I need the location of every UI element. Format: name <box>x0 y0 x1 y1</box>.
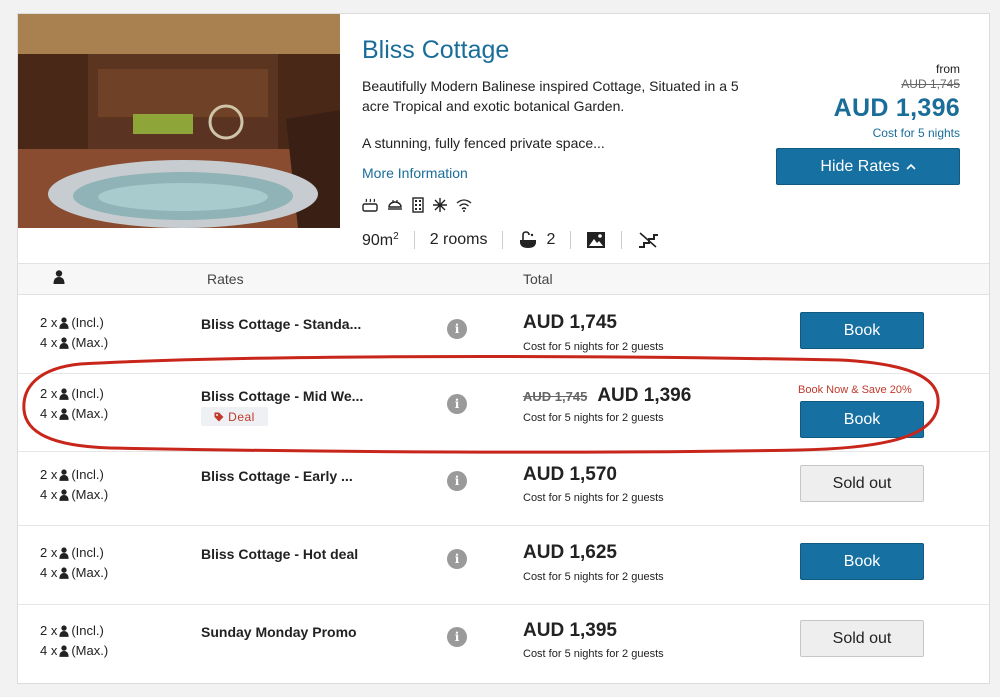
building-icon <box>412 197 424 213</box>
rate-row: 2 x (Incl.) 4 x (Max.) Bliss Cottage - Hot… <box>18 526 989 605</box>
from-label: from <box>936 62 960 76</box>
bbq-icon <box>388 200 402 210</box>
property-card: Bliss Cottage Beautifully Modern Balines… <box>17 13 990 684</box>
rate-name[interactable]: Bliss Cottage - Standa... <box>201 316 361 332</box>
no-stairs-icon <box>639 232 659 248</box>
person-icon <box>59 645 69 657</box>
more-information-link[interactable]: More Information <box>362 165 468 181</box>
person-icon <box>59 388 69 400</box>
property-stats: 90m2 2 rooms 2 <box>362 228 659 252</box>
guest-capacity: 2 x (Incl.) 4 x (Max.) <box>40 623 109 658</box>
guest-capacity: 2 x (Incl.) 4 x (Max.) <box>40 545 109 580</box>
property-title[interactable]: Bliss Cottage <box>362 36 509 65</box>
book-button[interactable]: Book <box>800 401 924 438</box>
deal-badge: Deal <box>201 407 268 426</box>
person-icon <box>59 317 69 329</box>
info-icon[interactable]: i <box>447 627 467 647</box>
cottage-photo-image <box>18 14 340 228</box>
info-icon[interactable]: i <box>447 394 467 414</box>
rate-cost-note: Cost for 5 nights for 2 guests <box>523 412 664 424</box>
promo-text: Book Now & Save 20% <box>798 384 912 396</box>
rate-name[interactable]: Bliss Cottage - Mid We... <box>201 388 363 404</box>
snowflake-icon <box>433 198 447 212</box>
person-icon <box>59 625 69 637</box>
rate-row: 2 x (Incl.) 4 x (Max.) Bliss Cottage - Sta… <box>18 296 989 374</box>
rate-name[interactable]: Sunday Monday Promo <box>201 624 357 640</box>
original-rate-price: AUD 1,745 <box>523 389 588 404</box>
original-price: AUD 1,745 <box>901 77 960 91</box>
rate-row: 2 x (Incl.) 4 x (Max.) Sunday Monday Promo… <box>18 605 989 684</box>
book-button[interactable]: Book <box>800 543 924 580</box>
amenity-icons <box>362 196 472 214</box>
discounted-price: AUD 1,396 <box>833 94 960 122</box>
rates-column-header: Rates <box>207 271 244 287</box>
bathroom-icon <box>520 231 537 248</box>
guest-capacity: 2 x (Incl.) 4 x (Max.) <box>40 467 109 502</box>
rate-name[interactable]: Bliss Cottage - Hot deal <box>201 546 358 562</box>
rate-price: AUD 1,745 <box>523 312 617 333</box>
bathrooms-stat: 2 <box>546 231 556 248</box>
person-icon <box>59 337 69 349</box>
book-button[interactable]: Book <box>800 312 924 349</box>
rate-cost-note: Cost for 5 nights for 2 guests <box>523 571 664 583</box>
stat-divider <box>570 231 572 249</box>
total-column-header: Total <box>523 271 553 287</box>
sold-out-button[interactable]: Sold out <box>800 465 924 502</box>
guest-capacity: 2 x (Incl.) 4 x (Max.) <box>40 386 109 421</box>
price-summary: from AUD 1,745 AUD 1,396 Cost for 5 nigh… <box>834 62 960 140</box>
rate-price: AUD 1,745 AUD 1,396 <box>523 385 692 406</box>
wifi-icon <box>456 199 472 212</box>
hide-rates-button[interactable]: Hide Rates <box>776 148 960 185</box>
rate-price: AUD 1,570 <box>523 464 617 485</box>
info-icon[interactable]: i <box>447 471 467 491</box>
rate-row: 2 x (Incl.) 4 x (Max.) Bliss Cottage - Ear… <box>18 452 989 526</box>
rate-row: 2 x (Incl.) 4 x (Max.) Bliss Cottage - Mid… <box>18 374 989 452</box>
property-teaser: A stunning, fully fenced private space..… <box>362 135 605 151</box>
stat-divider <box>502 231 504 249</box>
hide-rates-label: Hide Rates <box>820 157 900 175</box>
rate-cost-note: Cost for 5 nights for 2 guests <box>523 341 664 353</box>
info-icon[interactable]: i <box>447 549 467 569</box>
sold-out-button[interactable]: Sold out <box>800 620 924 657</box>
tag-icon <box>214 412 224 421</box>
guest-capacity: 2 x (Incl.) 4 x (Max.) <box>40 315 109 350</box>
info-icon[interactable]: i <box>447 319 467 339</box>
rate-price: AUD 1,625 <box>523 542 617 563</box>
price-cost-note: Cost for 5 nights <box>872 126 960 140</box>
property-photo[interactable] <box>18 14 340 228</box>
person-icon <box>59 489 69 501</box>
chevron-up-icon <box>906 163 916 170</box>
stat-divider <box>413 231 415 249</box>
rate-cost-note: Cost for 5 nights for 2 guests <box>523 492 664 504</box>
stat-divider <box>621 231 623 249</box>
rate-name[interactable]: Bliss Cottage - Early ... <box>201 468 353 484</box>
hot-tub-icon <box>362 198 378 212</box>
person-icon <box>59 547 69 559</box>
rate-cost-note: Cost for 5 nights for 2 guests <box>523 648 664 660</box>
rates-table-header: Rates Total <box>18 263 989 295</box>
area-stat: 90m2 <box>362 230 399 249</box>
rate-price: AUD 1,395 <box>523 620 617 641</box>
property-description: Beautifully Modern Balinese inspired Cot… <box>362 78 739 114</box>
picture-icon <box>587 232 606 248</box>
person-icon <box>59 408 69 420</box>
person-icon <box>53 270 65 284</box>
rooms-stat: 2 rooms <box>429 231 488 248</box>
person-icon <box>59 469 69 481</box>
person-icon <box>59 567 69 579</box>
